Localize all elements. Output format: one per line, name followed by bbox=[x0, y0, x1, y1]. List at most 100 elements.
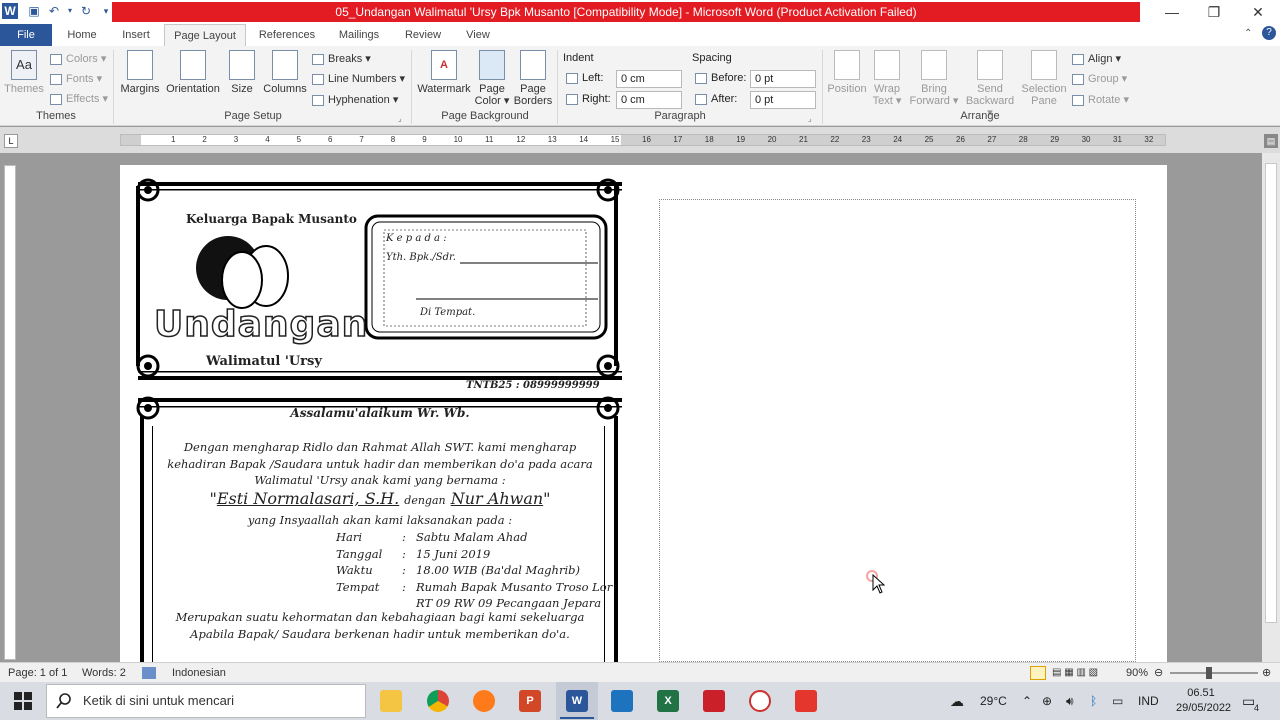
minimize-button[interactable]: — bbox=[1150, 0, 1194, 24]
vertical-scrollbar[interactable] bbox=[1262, 153, 1280, 662]
paragraph-launcher-icon[interactable]: ⌟ bbox=[808, 114, 812, 123]
zoom-in-icon[interactable]: ⊕ bbox=[1262, 663, 1271, 683]
view-buttons[interactable]: ▤ ▦ ▥ ▧ bbox=[1052, 663, 1098, 683]
undo-dropdown-icon[interactable]: ▾ bbox=[62, 3, 78, 19]
body-line-1: Dengan mengharap Ridlo dan Rahmat Allah … bbox=[183, 440, 577, 454]
powerpoint-icon[interactable]: P bbox=[519, 690, 541, 712]
close-button[interactable]: ✕ bbox=[1236, 0, 1280, 24]
excel-icon[interactable]: X bbox=[657, 690, 679, 712]
temperature[interactable]: 29°C bbox=[980, 682, 1007, 720]
battery-icon[interactable]: ▭ bbox=[1112, 682, 1123, 720]
page-borders-button[interactable]: Page Borders bbox=[512, 50, 554, 107]
input-language[interactable]: IND bbox=[1138, 682, 1159, 720]
photos-icon[interactable] bbox=[611, 690, 633, 712]
notification-icon[interactable]: ▭ bbox=[1242, 682, 1255, 720]
view-ruler-icon[interactable]: ▤ bbox=[1264, 134, 1278, 148]
hyphenation-button[interactable]: Hyphenation ▾ bbox=[312, 91, 398, 109]
position-button[interactable]: Position bbox=[826, 50, 868, 95]
zoom-slider-thumb[interactable] bbox=[1206, 667, 1212, 679]
send-backward-label: Send bbox=[977, 83, 1003, 95]
zoom-slider[interactable] bbox=[1170, 672, 1258, 674]
wrap-text-button[interactable]: Wrap Text ▾ bbox=[868, 50, 906, 107]
tab-page-layout[interactable]: Page Layout bbox=[164, 24, 246, 46]
clock[interactable]: 06.51 29/05/2022 bbox=[1176, 686, 1231, 716]
tab-view[interactable]: View bbox=[458, 24, 498, 46]
themes-icon: Aa bbox=[11, 50, 37, 80]
detail-value: Rumah Bapak Musanto Troso Lor bbox=[416, 579, 613, 594]
word-count[interactable]: Words: 2 bbox=[82, 663, 126, 683]
margins-icon bbox=[127, 50, 153, 80]
group-objects-button[interactable]: Group ▾ bbox=[1072, 70, 1127, 88]
tab-insert[interactable]: Insert bbox=[114, 24, 158, 46]
bluetooth-icon[interactable]: ᛒ bbox=[1090, 682, 1097, 720]
page-color-button[interactable]: Page Color ▾ bbox=[472, 50, 512, 107]
effects-button[interactable]: Effects ▾ bbox=[50, 90, 108, 108]
indent-right-value: 0 cm bbox=[621, 94, 645, 106]
proofing-icon[interactable] bbox=[142, 667, 156, 679]
tab-review[interactable]: Review bbox=[398, 24, 448, 46]
body-line-5: Merupakan suatu kehormatan dan kebahagia… bbox=[175, 610, 585, 624]
horizontal-ruler[interactable]: 1 2 3 4 5 6 7 8 9 10 11 12 13 14 15 16 17 18 19 20 21 22 23 24 2… bbox=[120, 134, 1166, 146]
rotate-button[interactable]: Rotate ▾ bbox=[1072, 91, 1129, 109]
columns-button[interactable]: Columns bbox=[262, 50, 308, 95]
volume-icon[interactable]: 🔊︎ bbox=[1066, 682, 1074, 720]
watermark-button[interactable]: A Watermark bbox=[416, 50, 472, 95]
scroll-thumb[interactable] bbox=[1265, 163, 1277, 623]
print-layout-view-icon[interactable] bbox=[1030, 666, 1046, 680]
app-icon[interactable] bbox=[749, 690, 771, 712]
save-icon[interactable]: ▣ bbox=[26, 3, 42, 19]
spacing-after-input[interactable]: 0 pt bbox=[750, 91, 816, 109]
spacing-before-input[interactable]: 0 pt bbox=[750, 70, 816, 88]
show-hidden-icons[interactable]: ⌃ bbox=[1022, 682, 1032, 720]
recorder-icon[interactable] bbox=[795, 690, 817, 712]
breaks-button[interactable]: Breaks ▾ bbox=[312, 50, 371, 68]
help-icon[interactable]: ? bbox=[1262, 26, 1276, 40]
empty-text-frame[interactable] bbox=[659, 199, 1136, 662]
zoom-out-icon[interactable]: ⊖ bbox=[1154, 663, 1163, 683]
restore-button[interactable]: ❐ bbox=[1192, 0, 1236, 24]
word-icon[interactable]: W bbox=[566, 690, 588, 712]
tab-home[interactable]: Home bbox=[60, 24, 104, 46]
zoom-level[interactable]: 90% bbox=[1126, 663, 1148, 683]
orientation-button[interactable]: Orientation bbox=[164, 50, 222, 95]
size-button[interactable]: Size bbox=[226, 50, 258, 95]
tab-file[interactable]: File bbox=[0, 24, 52, 46]
ruler-number: 15 bbox=[610, 135, 620, 144]
ruler-number: 7 bbox=[359, 135, 364, 144]
chrome-icon[interactable] bbox=[427, 690, 449, 712]
indent-left-input[interactable]: 0 cm bbox=[616, 70, 682, 88]
selection-pane-button[interactable]: Selection Pane bbox=[1018, 50, 1070, 107]
weather-icon[interactable]: ☁ bbox=[950, 682, 964, 720]
group-page-background-label: Page Background bbox=[441, 110, 529, 122]
colors-button[interactable]: Colors ▾ bbox=[50, 50, 106, 68]
tab-mailings[interactable]: Mailings bbox=[330, 24, 388, 46]
vertical-ruler[interactable] bbox=[4, 165, 16, 660]
collapse-ribbon-icon[interactable]: ⌃ bbox=[1244, 28, 1252, 39]
send-backward-button[interactable]: Send Backward ▾ bbox=[962, 50, 1018, 119]
page-count[interactable]: Page: 1 of 1 bbox=[8, 663, 67, 683]
file-explorer-icon[interactable] bbox=[380, 690, 402, 712]
ruler-number: 8 bbox=[390, 135, 396, 144]
line-numbers-button[interactable]: Line Numbers ▾ bbox=[312, 70, 405, 88]
align-button[interactable]: Align ▾ bbox=[1072, 50, 1121, 68]
clock-time: 06.51 bbox=[1187, 687, 1215, 699]
fonts-button[interactable]: Fonts ▾ bbox=[50, 70, 102, 88]
spacing-after-value: 0 pt bbox=[755, 94, 774, 106]
undo-icon[interactable]: ↶ bbox=[46, 3, 62, 19]
windows-start-icon[interactable] bbox=[14, 692, 32, 710]
send-backward-icon bbox=[977, 50, 1003, 80]
redo-icon[interactable]: ↻ bbox=[78, 3, 94, 19]
language-status[interactable]: Indonesian bbox=[172, 663, 226, 683]
firefox-icon[interactable] bbox=[473, 690, 495, 712]
bring-forward-button[interactable]: Bring Forward ▾ bbox=[908, 50, 960, 107]
taskbar-search-input[interactable]: Ketik di sini untuk mencari bbox=[46, 684, 366, 718]
indent-right-input[interactable]: 0 cm bbox=[616, 91, 682, 109]
ruler-number: 12 bbox=[516, 135, 526, 144]
margins-button[interactable]: Margins bbox=[118, 50, 162, 95]
themes-button[interactable]: Aa Themes bbox=[4, 50, 44, 95]
tab-selector-icon[interactable]: L bbox=[4, 134, 18, 148]
network-icon[interactable]: ⊕ bbox=[1042, 682, 1052, 720]
acrobat-icon[interactable] bbox=[703, 690, 725, 712]
tab-references[interactable]: References bbox=[252, 24, 322, 46]
page-setup-launcher-icon[interactable]: ⌟ bbox=[398, 114, 402, 123]
